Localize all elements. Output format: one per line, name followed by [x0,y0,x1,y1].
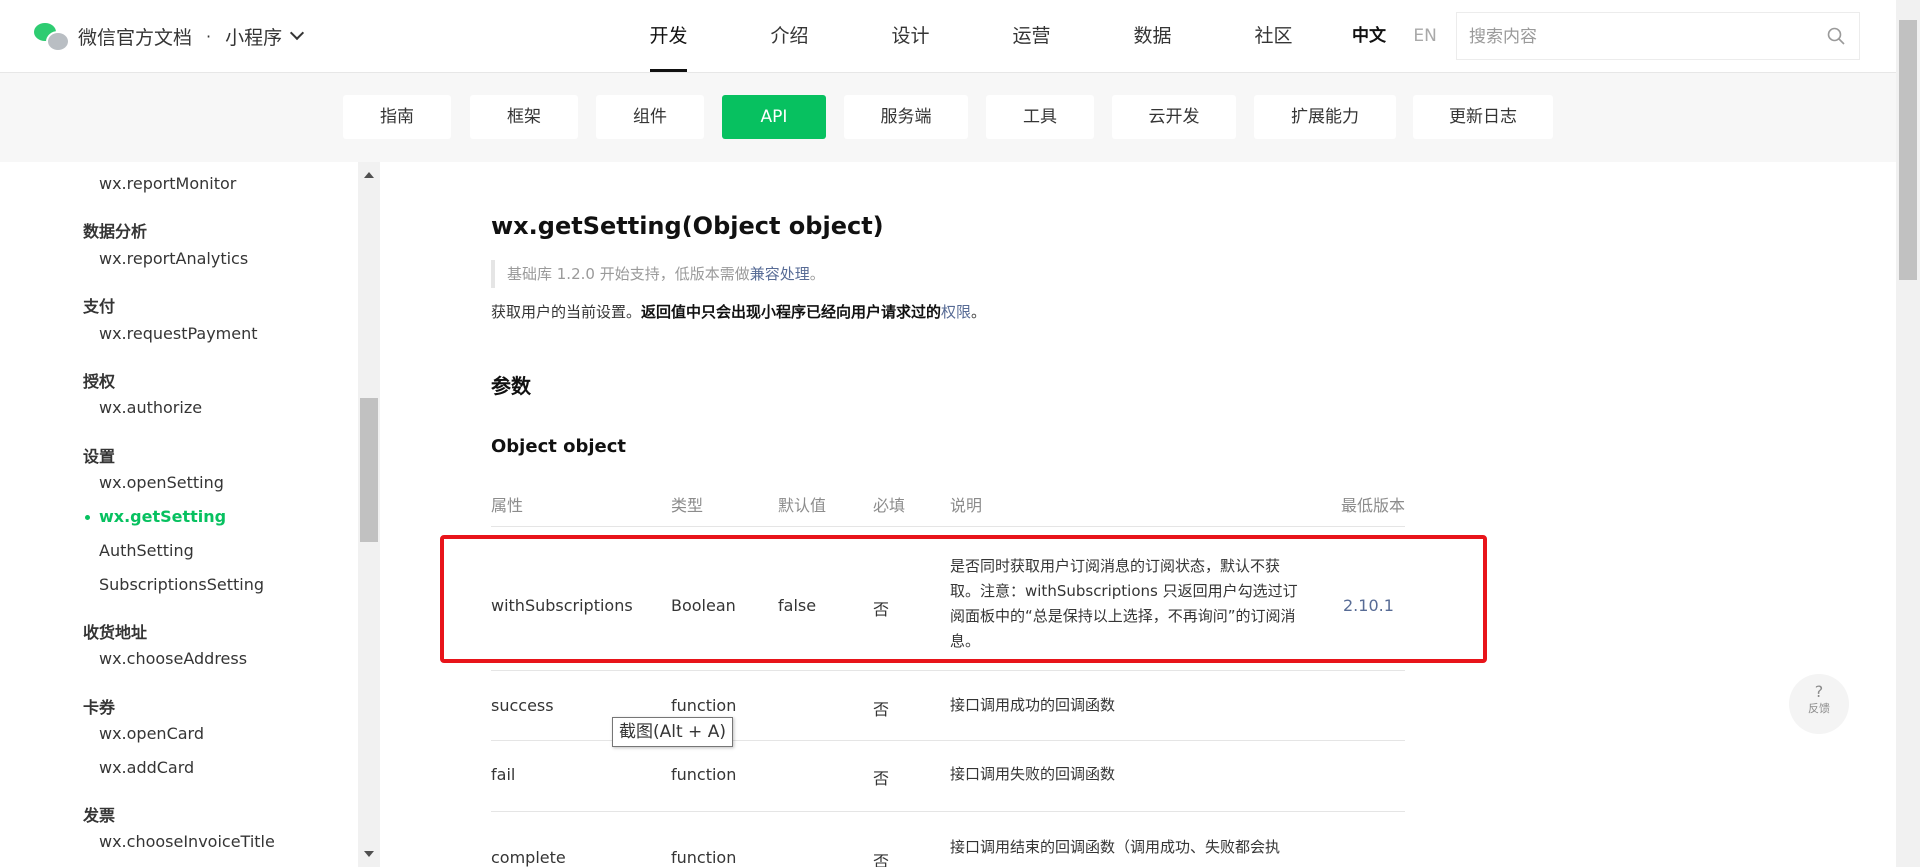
desc-bold: 返回值中只会出现小程序已经向用户请求过的 [641,303,942,321]
highlight-box [440,535,1487,663]
brand-separator: · [206,26,212,46]
sidebar-item-reportmonitor[interactable]: wx.reportMonitor [99,174,236,193]
col-version: 最低版本 [1341,496,1406,515]
top-navbar: 微信官方文档 · 小程序 开发 介绍 设计 运营 数据 社区 中文 EN [0,0,1896,73]
brand[interactable]: 微信官方文档 · 小程序 [34,20,305,52]
table-header: 属性 类型 默认值 必填 说明 最低版本 [491,482,1405,527]
nav-item-design[interactable]: 设计 [850,0,971,72]
nav-item-dev[interactable]: 开发 [608,0,729,72]
compat-link[interactable]: 兼容处理 [750,265,810,283]
wechat-logo-icon [34,21,70,52]
sidebar-item-opencard[interactable]: wx.openCard [99,724,204,743]
sidebar-item-reportanalytics[interactable]: wx.reportAnalytics [99,249,248,268]
chevron-down-icon[interactable] [290,25,305,41]
desc-end: 。 [971,303,987,321]
col-type: 类型 [671,496,704,515]
lang-zh[interactable]: 中文 [1352,26,1386,46]
version-note-text: 基础库 1.2.0 开始支持，低版本需做 [507,265,750,283]
tab-changelog[interactable]: 更新日志 [1413,95,1553,139]
col-default: 默认值 [778,496,827,515]
sidebar-heading-analytics: 数据分析 [83,222,148,241]
cell-name: complete [491,848,566,867]
main-nav: 开发 介绍 设计 运营 数据 社区 [608,0,1334,72]
sidebar-heading-settings: 设置 [83,447,116,466]
cell-type: function [671,696,737,715]
nav-item-data[interactable]: 数据 [1092,0,1213,72]
cell-required: 否 [873,852,890,867]
sidebar-item-authorize[interactable]: wx.authorize [99,398,202,417]
search-box [1456,12,1860,61]
table-row: complete function 否 接口调用结束的回调函数（调用成功、失败都… [491,812,1405,867]
sidebar-heading-payment: 支付 [83,297,116,316]
version-note: 基础库 1.2.0 开始支持，低版本需做兼容处理。 [491,260,825,288]
cell-type: function [671,765,737,784]
cell-desc: 接口调用成功的回调函数 [950,696,1116,714]
sidebar-item-subscriptionssetting[interactable]: SubscriptionsSetting [99,575,264,594]
cell-name: success [491,696,554,715]
sidebar-heading-invoice: 发票 [83,806,116,825]
object-heading: Object object [491,436,627,457]
search-icon[interactable] [1827,27,1845,45]
tab-extension[interactable]: 扩展能力 [1254,95,1396,139]
scroll-down-arrow-icon[interactable] [364,851,374,857]
lang-en[interactable]: EN [1413,26,1436,46]
search-input[interactable] [1457,13,1811,61]
sidebar-item-requestpayment[interactable]: wx.requestPayment [99,324,258,343]
feedback-button[interactable]: ? 反馈 [1789,674,1849,734]
nav-item-operation[interactable]: 运营 [971,0,1092,72]
tab-server[interactable]: 服务端 [844,95,968,139]
sidebar-heading-address: 收货地址 [83,623,148,642]
sidebar-item-chooseinvoicetitle[interactable]: wx.chooseInvoiceTitle [99,832,275,851]
sidebar-scroll-thumb[interactable] [360,398,378,542]
tab-framework[interactable]: 框架 [470,95,578,139]
sidebar-heading-card: 卡券 [83,698,116,717]
cell-desc: 接口调用失败的回调函数 [950,765,1116,783]
scroll-up-arrow-icon[interactable] [364,172,374,178]
page-scroll-thumb[interactable] [1899,20,1917,280]
page-title: wx.getSetting(Object object) [491,212,884,240]
sidebar: wx.reportMonitor 数据分析 wx.reportAnalytics… [0,162,358,867]
nav-item-intro[interactable]: 介绍 [729,0,850,72]
feedback-label: 反馈 [1808,702,1830,715]
col-required: 必填 [873,496,906,515]
tab-guide[interactable]: 指南 [343,95,451,139]
sidebar-item-addcard[interactable]: wx.addCard [99,758,194,777]
screenshot-tooltip: 截图(Alt + A) [612,717,733,747]
col-desc: 说明 [950,496,983,515]
cell-type: function [671,848,737,867]
nav-item-community[interactable]: 社区 [1213,0,1334,72]
sidebar-heading-authorize: 授权 [83,372,116,391]
tab-api[interactable]: API [722,95,826,139]
sidebar-item-chooseaddress[interactable]: wx.chooseAddress [99,649,247,668]
language-switch: 中文 EN [1352,0,1437,72]
col-prop: 属性 [491,496,524,515]
cell-desc: 接口调用结束的回调函数（调用成功、失败都会执 [950,838,1281,856]
section-heading-params: 参数 [491,374,531,398]
tab-tools[interactable]: 工具 [986,95,1094,139]
permission-link[interactable]: 权限 [941,303,971,321]
desc-plain: 获取用户的当前设置。 [491,303,642,321]
table-row: fail function 否 接口调用失败的回调函数 [491,741,1405,812]
doc-content: wx.getSetting(Object object) 基础库 1.2.0 开… [380,162,1896,867]
api-description: 获取用户的当前设置。返回值中只会出现小程序已经向用户请求过的权限。 [491,300,986,324]
sidebar-item-authsetting[interactable]: AuthSetting [99,541,194,560]
sidebar-scrollbar[interactable] [358,162,380,867]
sub-navbar: 指南 框架 组件 API 服务端 工具 云开发 扩展能力 更新日志 [0,73,1896,162]
cell-name: fail [491,765,516,784]
tab-cloud[interactable]: 云开发 [1112,95,1236,139]
page-scrollbar[interactable] [1896,0,1920,867]
cell-required: 否 [873,769,890,788]
question-icon: ? [1814,682,1824,701]
sidebar-item-getsetting[interactable]: wx.getSetting [84,507,226,526]
cell-required: 否 [873,700,890,719]
brand-title[interactable]: 微信官方文档 [78,23,192,50]
tab-components[interactable]: 组件 [596,95,704,139]
product-switcher[interactable]: 小程序 [225,23,282,50]
sidebar-item-opensetting[interactable]: wx.openSetting [99,473,224,492]
version-note-end: 。 [809,265,825,283]
